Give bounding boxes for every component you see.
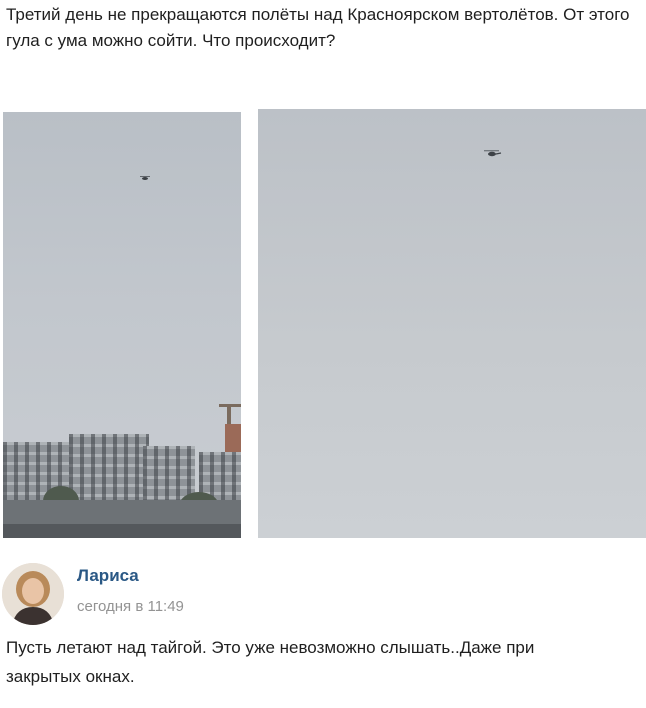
helicopter-icon — [140, 176, 150, 180]
photo-left[interactable] — [3, 112, 241, 538]
comment-author[interactable]: Лариса — [77, 566, 139, 586]
ground — [3, 524, 241, 538]
post-text: Третий день не прекращаются полёты над К… — [6, 5, 630, 50]
helicopter-icon — [484, 150, 502, 157]
avatar[interactable] — [2, 563, 64, 625]
comment-text: Пусть летают над тайгой. Это уже невозмо… — [6, 638, 535, 686]
photo-right[interactable] — [258, 109, 646, 538]
crane-arm — [219, 404, 241, 407]
avatar-photo — [2, 563, 64, 625]
comment-timestamp[interactable]: сегодня в 11:49 — [77, 598, 184, 615]
